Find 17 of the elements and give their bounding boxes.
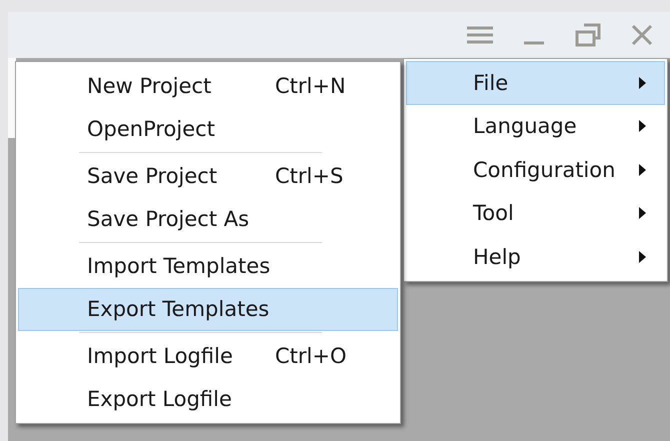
- menu-item[interactable]: New Project Ctrl+N: [18, 64, 398, 108]
- menu-item[interactable]: OpenProject: [18, 108, 398, 151]
- menu-item[interactable]: Language: [406, 104, 665, 148]
- restore-icon[interactable]: [574, 21, 602, 49]
- menu-item[interactable]: File: [406, 61, 665, 104]
- shortcut-label: Ctrl+O: [275, 344, 346, 368]
- menu-item[interactable]: Save Project As: [18, 198, 398, 241]
- menu-item[interactable]: Help: [406, 235, 665, 278]
- menu-item[interactable]: Import Logfile Ctrl+O: [18, 334, 398, 378]
- menu-item[interactable]: Save Project Ctrl+S: [18, 154, 398, 198]
- shortcut-label: Ctrl+S: [275, 164, 344, 188]
- menu-item[interactable]: Tool: [406, 192, 665, 235]
- menu-item[interactable]: Import Templates: [18, 244, 398, 288]
- menu-item[interactable]: Export Templates: [18, 288, 398, 331]
- menu-item[interactable]: Configuration: [406, 148, 665, 192]
- menu-item[interactable]: Export Logfile: [18, 378, 398, 421]
- shortcut-label: Ctrl+N: [275, 74, 346, 98]
